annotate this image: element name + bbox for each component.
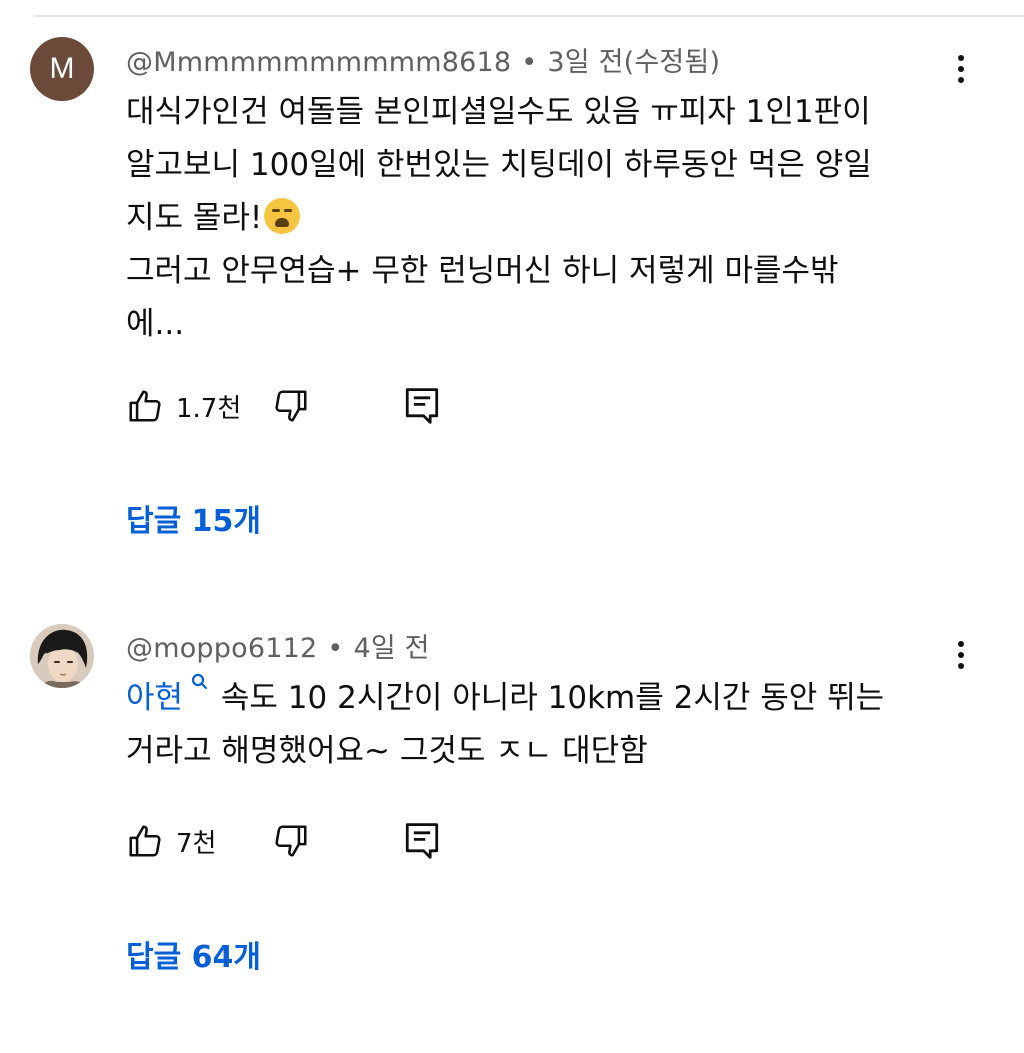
comment-actions: 7천 <box>126 819 526 863</box>
comment-time: 3일 전(수정됨) <box>547 47 721 78</box>
more-options-icon[interactable] <box>946 47 976 91</box>
reply-button[interactable] <box>404 384 440 428</box>
comment-time: 4일 전 <box>353 633 430 664</box>
meta-separator: • <box>521 47 538 78</box>
thumbs-down-icon <box>275 825 307 857</box>
thumbs-down-icon <box>275 390 307 422</box>
view-replies-link[interactable]: 답글 15개 <box>126 496 261 540</box>
reply-button[interactable] <box>404 819 440 863</box>
view-replies-link[interactable]: 답글 64개 <box>126 932 261 976</box>
comment-meta: @moppo6112 • 4일 전 <box>126 626 430 665</box>
dislike-button[interactable] <box>272 384 310 428</box>
comment-line: 대식가인건 여돌들 본인피셜일수도 있음 ㅠ피자 1인1판이 <box>126 94 871 130</box>
comment-actions: 1.7천 <box>126 384 526 428</box>
comment-icon <box>405 388 439 424</box>
search-icon <box>191 673 208 690</box>
comment-meta: @Mmmmmmmmmmm8618 • 3일 전(수정됨) <box>126 40 720 79</box>
like-button[interactable]: 1.7천 <box>126 384 241 428</box>
avatar-letter: M <box>49 52 75 85</box>
avatar[interactable]: M <box>30 37 94 101</box>
comment-line: 속도 10 2시간이 아니라 10km를 2시간 동안 뛰는 <box>211 680 885 716</box>
avatar-photo <box>30 624 94 688</box>
like-count: 1.7천 <box>176 393 242 424</box>
meta-separator: • <box>327 633 344 664</box>
comment-icon <box>405 823 439 859</box>
comment-line: 에... <box>126 306 185 342</box>
loudly-crying-face-icon <box>264 198 301 234</box>
mention-link[interactable]: 아현 <box>126 680 183 716</box>
comments-page: M @Mmmmmmmmmmm8618 • 3일 전(수정됨) 대식가인건 여돌들 본… <box>0 0 1024 1053</box>
username[interactable]: @Mmmmmmmmmmm8618 <box>126 47 511 78</box>
thumbs-up-icon <box>129 825 161 857</box>
comment-line: 알고보니 100일에 한번있는 치팅데이 하루동안 먹은 양일 <box>126 147 872 183</box>
comment-line: 거라고 해명했어요~ 그것도 ㅈㄴ 대단함 <box>126 733 648 769</box>
avatar[interactable] <box>30 624 94 688</box>
like-button[interactable]: 7천 <box>126 819 216 863</box>
more-options-icon[interactable] <box>946 633 976 677</box>
divider <box>34 15 1024 17</box>
dislike-button[interactable] <box>272 819 310 863</box>
username[interactable]: @moppo6112 <box>126 633 317 664</box>
comment-text: 대식가인건 여돌들 본인피셜일수도 있음 ㅠ피자 1인1판이 알고보니 100일… <box>126 86 966 351</box>
comment-text: 아현 속도 10 2시간이 아니라 10km를 2시간 동안 뛰는 거라고 해명… <box>126 672 966 778</box>
like-count: 7천 <box>176 828 217 859</box>
comment-line: 지도 몰라! <box>126 200 263 236</box>
comment-line: 그러고 안무연습+ 무한 런닝머신 하니 저렇게 마를수밖 <box>126 253 839 289</box>
thumbs-up-icon <box>129 390 161 422</box>
